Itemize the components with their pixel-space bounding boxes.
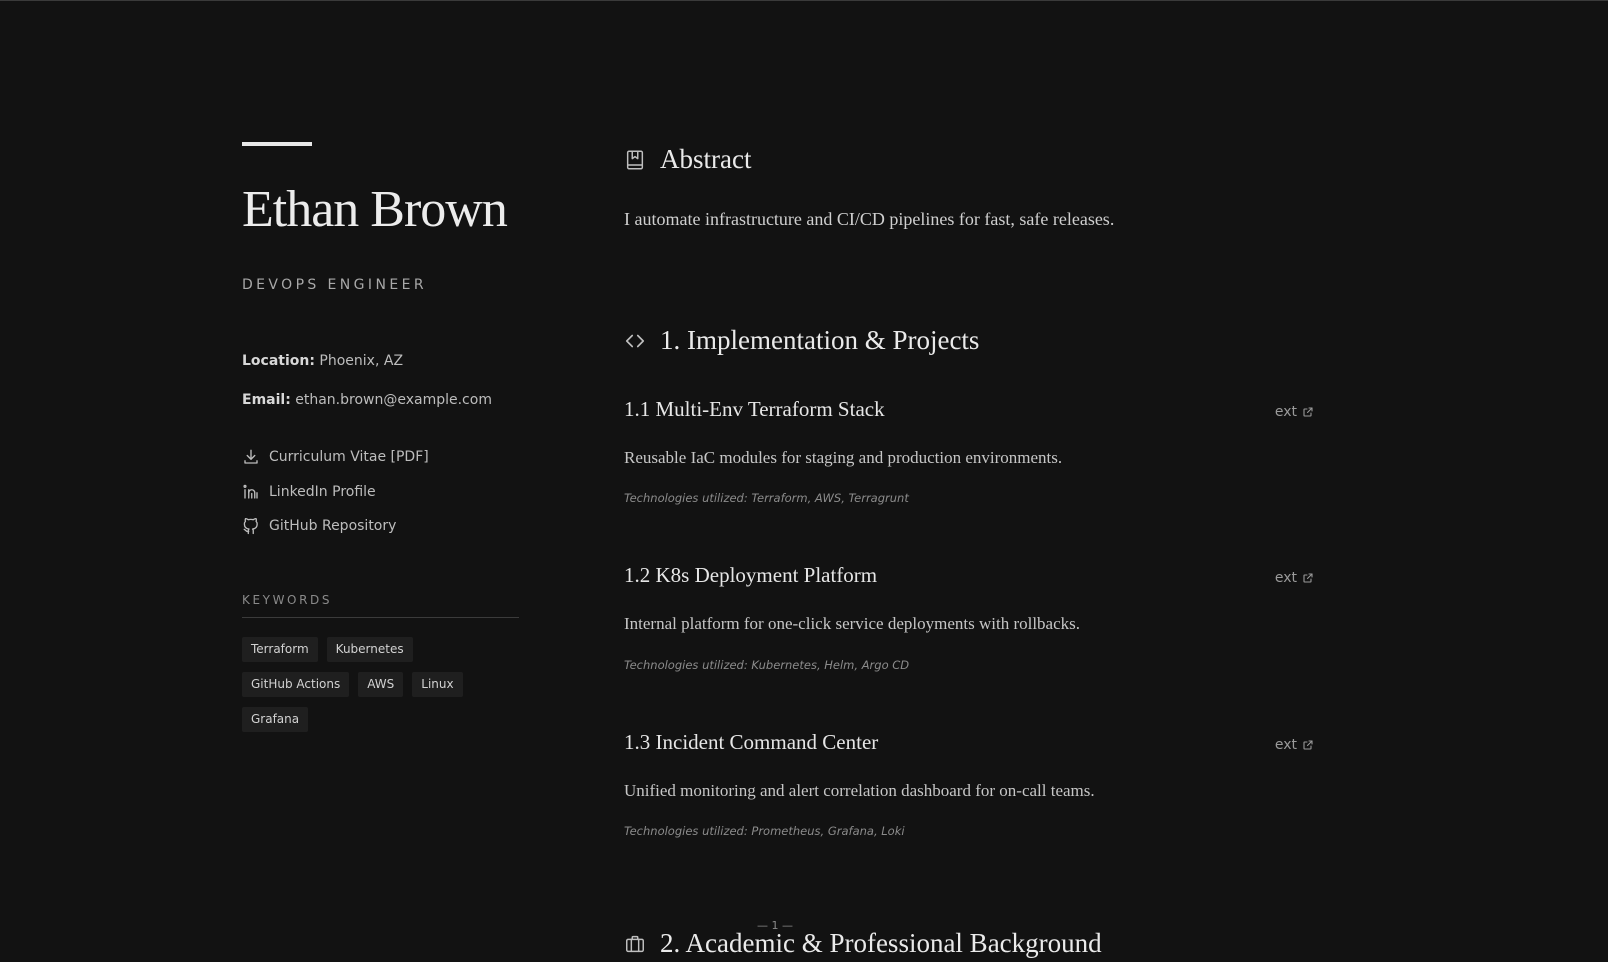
location-value: Phoenix, AZ bbox=[319, 353, 404, 369]
keyword-tags: Terraform Kubernetes GitHub Actions AWS … bbox=[242, 637, 522, 732]
abstract-title: Abstract bbox=[660, 144, 752, 174]
linkedin-label: LinkedIn Profile bbox=[269, 484, 376, 500]
briefcase-icon bbox=[626, 935, 644, 952]
external-link-icon bbox=[1303, 573, 1313, 583]
keywords-heading: KEYWORDS bbox=[242, 593, 519, 618]
keyword-tag: Terraform bbox=[242, 637, 318, 662]
projects-heading: 1. Implementation & Projects bbox=[624, 325, 979, 356]
email-line: Email: ethan.brown@example.com bbox=[242, 392, 492, 408]
project-description: Reusable IaC modules for staging and pro… bbox=[624, 448, 1063, 467]
project-title: 1.3 Incident Command Center bbox=[624, 730, 879, 754]
github-label: GitHub Repository bbox=[269, 518, 397, 534]
ext-label: ext bbox=[1274, 737, 1297, 753]
email-value[interactable]: ethan.brown@example.com bbox=[295, 392, 492, 408]
project-external-link[interactable]: ext bbox=[1275, 404, 1314, 420]
ext-label: ext bbox=[1274, 570, 1297, 586]
ext-label: ext bbox=[1274, 404, 1297, 420]
project-technologies: Technologies utilized: Prometheus, Grafa… bbox=[624, 824, 905, 838]
keyword-tag: Grafana bbox=[242, 707, 309, 732]
page-number: — 1 — bbox=[757, 919, 793, 932]
github-link[interactable]: GitHub Repository bbox=[242, 517, 396, 535]
location-label: Location: bbox=[242, 353, 315, 369]
bookmark-icon bbox=[626, 150, 644, 169]
linkedin-link[interactable]: LinkedIn Profile bbox=[242, 483, 376, 501]
cv-download-link[interactable]: Curriculum Vitae [PDF] bbox=[242, 448, 429, 466]
code-icon bbox=[625, 334, 645, 347]
abstract-text: I automate infrastructure and CI/CD pipe… bbox=[624, 209, 1115, 229]
cv-download-label: Curriculum Vitae [PDF] bbox=[269, 449, 429, 465]
project-external-link[interactable]: ext bbox=[1275, 737, 1314, 753]
keyword-tag: Kubernetes bbox=[326, 637, 413, 662]
project-title: 1.2 K8s Deployment Platform bbox=[624, 563, 878, 587]
background-title: 2. Academic & Professional Background bbox=[660, 928, 1102, 958]
project-description: Unified monitoring and alert correlation… bbox=[624, 781, 1095, 800]
accent-bar bbox=[242, 142, 312, 146]
background-heading: 2. Academic & Professional Background bbox=[624, 928, 1102, 959]
email-label: Email: bbox=[242, 392, 291, 408]
keyword-tag: GitHub Actions bbox=[242, 672, 350, 697]
project-title: 1.1 Multi-Env Terraform Stack bbox=[624, 397, 885, 421]
location-line: Location: Phoenix, AZ bbox=[242, 353, 403, 369]
project-external-link[interactable]: ext bbox=[1275, 570, 1314, 586]
project-description: Internal platform for one-click service … bbox=[624, 614, 1081, 633]
profile-name: Ethan Brown bbox=[242, 181, 508, 238]
download-icon bbox=[244, 449, 258, 464]
keyword-tag: Linux bbox=[412, 672, 463, 697]
github-icon bbox=[243, 517, 258, 535]
keyword-tag: AWS bbox=[358, 672, 404, 697]
external-link-icon bbox=[1303, 407, 1313, 417]
project-technologies: Technologies utilized: Kubernetes, Helm,… bbox=[624, 658, 910, 672]
project-technologies: Technologies utilized: Terraform, AWS, T… bbox=[624, 491, 909, 505]
abstract-heading: Abstract bbox=[624, 144, 751, 175]
profile-role: DEVOPS ENGINEER bbox=[242, 277, 427, 293]
linkedin-icon bbox=[243, 484, 258, 499]
external-link-icon bbox=[1303, 740, 1313, 750]
projects-title: 1. Implementation & Projects bbox=[660, 325, 980, 355]
